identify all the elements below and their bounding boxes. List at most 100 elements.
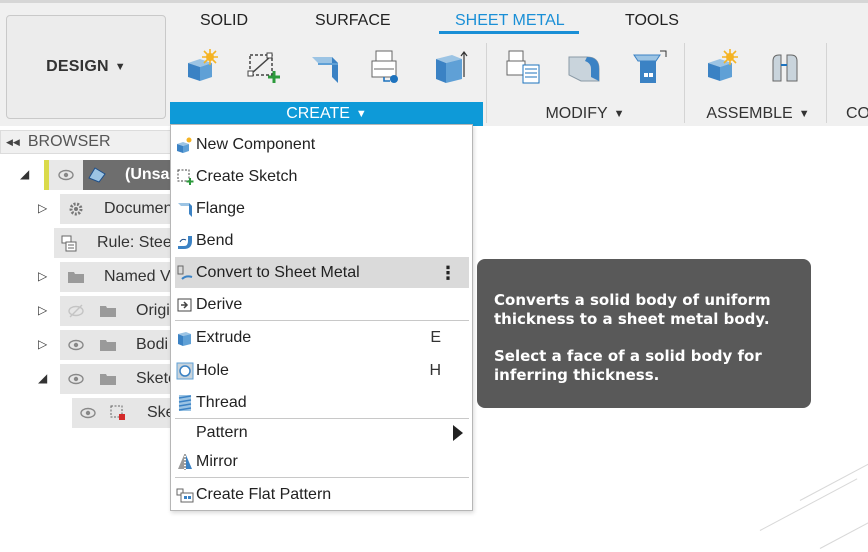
assemble-label: ASSEMBLE: [706, 105, 793, 122]
eye-icon[interactable]: [80, 406, 96, 420]
collapsed-triangle-icon[interactable]: ▷: [38, 201, 47, 215]
menu-item-label: Pattern: [196, 423, 248, 441]
eye-icon[interactable]: [68, 372, 84, 386]
bend-icon: [178, 235, 192, 249]
component-icon: [88, 167, 106, 183]
menu-item-convert-to-sheet-metal[interactable]: Convert to Sheet Metal ⋮: [175, 257, 469, 288]
tab-surface[interactable]: SURFACE: [315, 12, 391, 30]
tab-solid[interactable]: SOLID: [200, 12, 248, 30]
eye-hidden-icon[interactable]: [68, 304, 84, 318]
active-indicator: [44, 160, 49, 190]
menu-item-label: Thread: [196, 393, 247, 411]
thread-icon: [178, 394, 192, 411]
mirror-icon: [178, 453, 192, 470]
tree-row-origin[interactable]: ▷ Origi: [0, 296, 172, 326]
modify-label: MODIFY: [545, 105, 608, 122]
group-separator: [684, 43, 685, 123]
create-sketch-icon: [177, 169, 194, 185]
rules-table-icon[interactable]: [503, 47, 543, 87]
construct-label: CO: [846, 105, 868, 122]
collapsed-triangle-icon[interactable]: ▷: [38, 303, 47, 317]
modify-menu-button[interactable]: MODIFY ▼: [486, 102, 684, 126]
extrude-icon[interactable]: [430, 47, 470, 87]
menu-item-label: Extrude: [196, 328, 252, 346]
menu-item-bend[interactable]: Bend: [175, 225, 469, 256]
create-label: CREATE: [286, 105, 350, 122]
rule-icon: [61, 235, 77, 252]
grid-line: [819, 519, 868, 549]
extrude-icon: [178, 331, 191, 346]
tree-root-row[interactable]: ◢ (Unsa: [0, 160, 172, 190]
eye-icon[interactable]: [58, 168, 74, 182]
new-component-icon: [177, 137, 192, 153]
design-label: DESIGN: [46, 58, 109, 75]
menu-item-thread[interactable]: Thread: [175, 387, 469, 418]
convert-sheet-metal-icon: [177, 265, 193, 280]
grid-line: [799, 462, 868, 501]
menu-item-label: Bend: [196, 231, 234, 249]
tab-sheet-metal[interactable]: SHEET METAL: [455, 12, 565, 30]
shortcut-key: E: [430, 328, 441, 346]
more-options-icon[interactable]: ⋮: [439, 264, 457, 282]
folder-icon: [100, 374, 116, 385]
tree-row-rule[interactable]: Rule: Stee: [0, 228, 172, 258]
tree-row-sketch[interactable]: Ske: [0, 398, 175, 428]
joint-icon[interactable]: [765, 47, 805, 87]
root-label: (Unsa: [125, 166, 170, 183]
collapse-panel-icon[interactable]: ◀◀: [6, 137, 20, 148]
menu-item-create-sketch[interactable]: Create Sketch: [175, 161, 469, 192]
workspace-tabs: SOLID SURFACE SHEET METAL TOOLS: [0, 12, 868, 36]
tree-row-document-settings[interactable]: ▷ Documen: [0, 194, 172, 224]
flange-icon: [178, 202, 192, 217]
assemble-component-icon[interactable]: [704, 47, 744, 87]
menu-separator: [175, 477, 469, 478]
expanded-triangle-icon[interactable]: ◢: [38, 371, 47, 385]
flange-icon[interactable]: [304, 47, 344, 87]
menu-item-label: Flange: [196, 199, 245, 217]
sheet-metal-rules-icon[interactable]: [366, 47, 406, 87]
menu-item-pattern[interactable]: Pattern: [175, 417, 469, 448]
tree-label: Bodi: [136, 336, 169, 353]
gear-icon: [69, 202, 83, 216]
menu-item-label: Mirror: [196, 452, 238, 470]
menu-item-label: Create Sketch: [196, 167, 298, 185]
active-tab-underline: [439, 31, 579, 34]
menu-item-flange[interactable]: Flange: [175, 193, 469, 224]
tree-label: Origi: [136, 302, 170, 319]
folder-icon: [68, 272, 84, 283]
unfold-icon[interactable]: [630, 47, 670, 87]
collapsed-triangle-icon[interactable]: ▷: [38, 269, 47, 283]
construct-menu-button[interactable]: CO: [846, 102, 868, 126]
menu-item-create-flat-pattern[interactable]: Create Flat Pattern: [175, 479, 469, 510]
folder-icon: [100, 340, 116, 351]
new-component-icon[interactable]: [184, 47, 224, 87]
menu-item-extrude[interactable]: Extrude E: [175, 322, 469, 353]
submenu-arrow-icon: [453, 424, 463, 441]
caret-down-icon: ▼: [613, 108, 625, 120]
menu-item-hole[interactable]: Hole H: [175, 355, 469, 386]
browser-header[interactable]: ◀◀ BROWSER: [0, 130, 172, 154]
create-menu-button[interactable]: CREATE ▼: [170, 102, 483, 126]
menu-item-label: New Component: [196, 135, 316, 153]
assemble-menu-button[interactable]: ASSEMBLE ▼: [690, 102, 826, 126]
create-sketch-icon[interactable]: [244, 47, 284, 87]
convert-icon[interactable]: [565, 47, 605, 87]
sketch-icon: [110, 405, 125, 420]
folder-icon: [100, 306, 116, 317]
tooltip-instruction: Select a face of a solid body for inferr…: [494, 347, 762, 384]
toolbar: DESIGN ▼ SOLID SURFACE SHEET METAL TOOLS: [0, 0, 868, 126]
group-separator: [826, 43, 827, 123]
expanded-triangle-icon[interactable]: ◢: [20, 167, 29, 181]
tree-label: Rule: Stee: [97, 234, 172, 251]
tab-tools[interactable]: TOOLS: [625, 12, 679, 30]
menu-item-new-component[interactable]: New Component: [175, 129, 469, 160]
tree-row-sketches[interactable]: ◢ Sketc: [0, 364, 176, 394]
browser-title: BROWSER: [27, 133, 111, 150]
collapsed-triangle-icon[interactable]: ▷: [38, 337, 47, 351]
eye-icon[interactable]: [68, 338, 84, 352]
shortcut-key: H: [429, 361, 441, 379]
menu-item-derive[interactable]: Derive: [175, 289, 469, 320]
tree-row-bodies[interactable]: ▷ Bodi: [0, 330, 172, 360]
tree-row-named-views[interactable]: ▷ Named V: [0, 262, 172, 292]
menu-item-mirror[interactable]: Mirror: [175, 446, 469, 477]
